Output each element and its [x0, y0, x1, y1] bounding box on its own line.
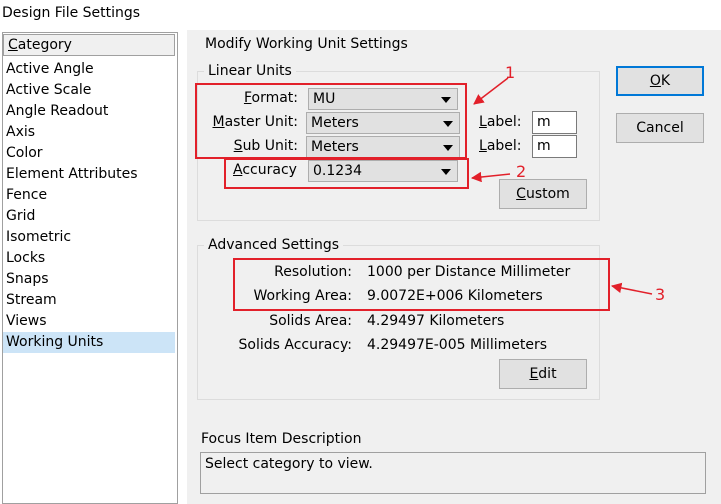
annotation-number-2: 2 — [516, 162, 527, 181]
annotation-arrow-3 — [610, 282, 653, 295]
annotation-arrows — [470, 77, 653, 295]
annotation-number-1: 1 — [505, 63, 516, 82]
annotation-arrow-2 — [470, 171, 511, 183]
annotation-number-3: 3 — [655, 285, 666, 304]
annotation-arrow-1 — [473, 77, 509, 105]
